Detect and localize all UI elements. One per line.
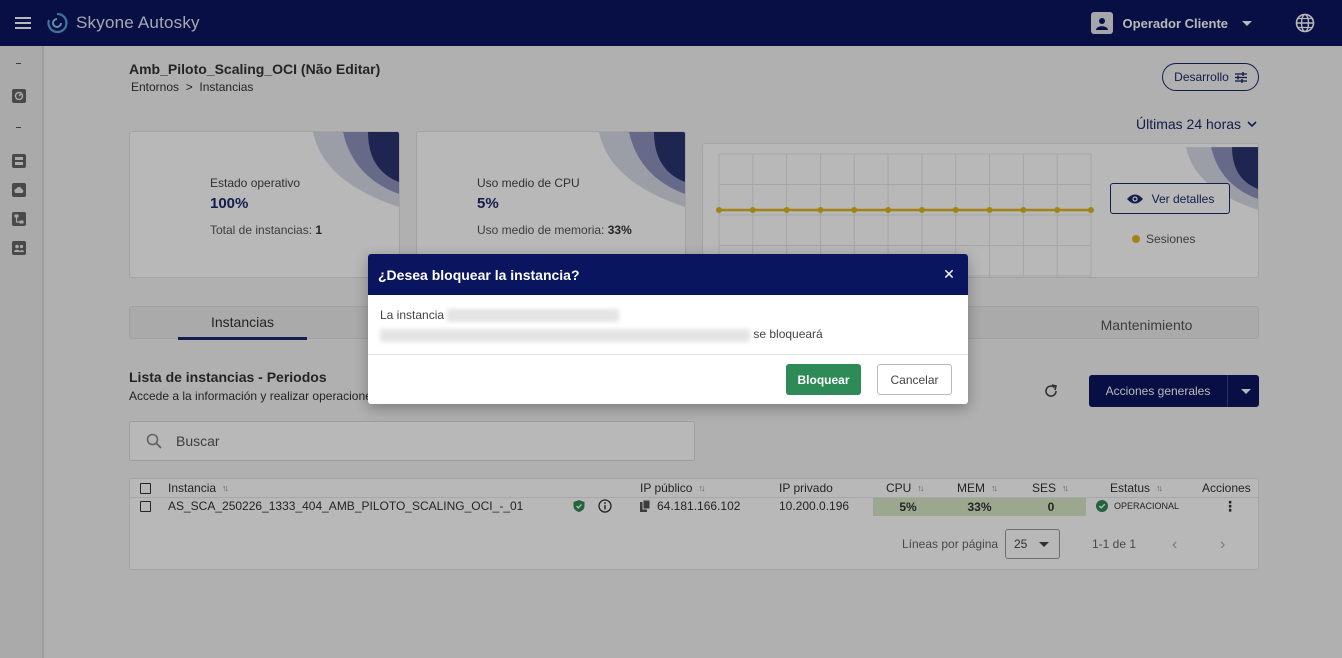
dialog-line-1: La instancia: [380, 308, 956, 323]
dialog-line-2: se bloqueará: [380, 327, 956, 342]
dialog-footer: Bloquear Cancelar: [368, 355, 968, 395]
cancel-button[interactable]: Cancelar: [877, 364, 952, 395]
dialog-title: ¿Desea bloquear la instancia?: [378, 266, 580, 283]
block-button[interactable]: Bloquear: [786, 364, 861, 395]
block-instance-dialog: ¿Desea bloquear la instancia? ✕ La insta…: [368, 254, 968, 404]
dialog-body-suffix: se bloqueará: [753, 327, 823, 342]
dialog-header: ¿Desea bloquear la instancia? ✕: [368, 254, 968, 295]
dialog-body-prefix: La instancia: [380, 308, 445, 322]
redacted-instance-name: [380, 328, 750, 342]
dialog-body: La instancia se bloqueará: [368, 295, 968, 355]
close-icon[interactable]: ✕: [942, 266, 956, 282]
redacted-instance-id: [447, 309, 620, 323]
